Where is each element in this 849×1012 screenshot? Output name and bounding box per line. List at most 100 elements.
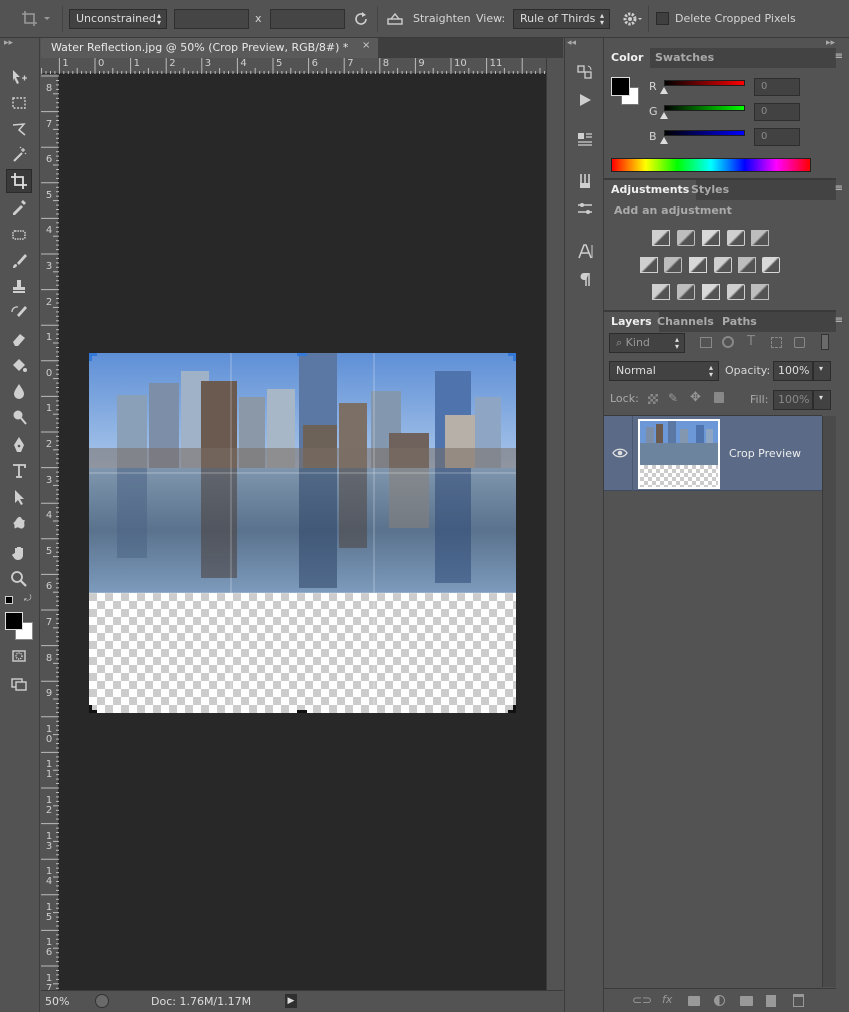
eyedropper-icon[interactable]: [6, 195, 32, 219]
quick-mask-icon[interactable]: [6, 644, 32, 668]
path-selection-icon[interactable]: [6, 485, 32, 509]
eraser-icon[interactable]: [6, 327, 32, 351]
zoom-tool-icon[interactable]: [6, 567, 32, 591]
swap-dimensions-icon[interactable]: [352, 10, 370, 28]
collapse-arrows-icon[interactable]: ▸▸: [4, 38, 13, 48]
fx-icon[interactable]: fx: [662, 993, 672, 1006]
layers-scrollbar[interactable]: [822, 416, 836, 987]
filter-type-icon[interactable]: T: [747, 334, 755, 349]
black-white-icon[interactable]: [689, 257, 707, 273]
curves-icon[interactable]: [702, 230, 720, 246]
fill-slider-toggle[interactable]: ▾: [813, 390, 831, 410]
straighten-icon[interactable]: [386, 10, 404, 28]
new-group-icon[interactable]: [740, 996, 753, 1006]
opacity-input[interactable]: 100%: [773, 361, 813, 381]
selective-color-icon[interactable]: [727, 284, 745, 300]
document-tab[interactable]: Water Reflection.jpg @ 50% (Crop Preview…: [41, 38, 378, 58]
color-spectrum-ramp[interactable]: [611, 158, 811, 172]
lock-position-icon[interactable]: ✥: [690, 390, 701, 405]
paragraph-panel-icon[interactable]: [577, 270, 593, 288]
exposure-icon[interactable]: [727, 230, 745, 246]
status-menu-arrow-icon[interactable]: ▶: [285, 994, 297, 1008]
magic-wand-icon[interactable]: [6, 143, 32, 167]
status-preview-icon[interactable]: [95, 994, 109, 1008]
straighten-button[interactable]: Straighten: [413, 12, 471, 25]
crop-height-input[interactable]: [270, 9, 345, 29]
invert-icon[interactable]: [652, 284, 670, 300]
paint-bucket-icon[interactable]: [6, 353, 32, 377]
lasso-tool-icon[interactable]: [6, 117, 32, 141]
layer-row-crop-preview[interactable]: Crop Preview: [604, 416, 822, 491]
lock-transparent-icon[interactable]: [648, 394, 658, 404]
vertical-scrollbar[interactable]: [546, 58, 563, 990]
hue-saturation-icon[interactable]: [640, 257, 658, 273]
overlay-view-dropdown[interactable]: Rule of Thirds ▴ ▾: [513, 9, 610, 29]
crop-handle-top-left[interactable]: [89, 353, 97, 361]
g-value-input[interactable]: 0: [754, 103, 800, 121]
layer-thumbnail[interactable]: [638, 419, 720, 489]
history-brush-icon[interactable]: [6, 301, 32, 325]
crop-handle-bottom-right[interactable]: [508, 705, 516, 713]
collapse-right-icon[interactable]: ▸▸: [826, 38, 835, 48]
r-slider-thumb[interactable]: [660, 87, 668, 94]
tab-adjustments[interactable]: Adjustments: [604, 180, 697, 200]
blend-mode-dropdown[interactable]: Normal ▴ ▾: [609, 361, 719, 381]
crop-width-input[interactable]: [174, 9, 249, 29]
channel-mixer-icon[interactable]: [738, 257, 756, 273]
delete-layer-icon[interactable]: [793, 994, 804, 1007]
filter-smart-object-icon[interactable]: [794, 337, 805, 348]
spot-healing-icon[interactable]: [6, 223, 32, 247]
filter-pixel-icon[interactable]: [700, 337, 712, 348]
gradient-map-icon[interactable]: [751, 284, 769, 300]
crop-handle-top-right[interactable]: [508, 353, 516, 361]
properties-icon[interactable]: [576, 130, 594, 148]
add-mask-icon[interactable]: [688, 996, 700, 1006]
tab-color[interactable]: Color: [604, 48, 651, 68]
color-lookup-icon[interactable]: [762, 257, 780, 273]
g-slider[interactable]: [664, 105, 745, 111]
brightness-contrast-icon[interactable]: [652, 230, 670, 246]
new-adjustment-layer-icon[interactable]: [714, 995, 725, 1006]
zoom-level[interactable]: 50%: [45, 995, 69, 1008]
delete-cropped-checkbox[interactable]: [656, 12, 669, 25]
tab-channels[interactable]: Channels: [650, 312, 721, 332]
opacity-slider-toggle[interactable]: ▾: [813, 361, 831, 381]
b-slider[interactable]: [664, 130, 745, 136]
crop-tool-icon[interactable]: [6, 169, 32, 193]
swap-colors-icon[interactable]: ⤾: [24, 594, 32, 604]
clone-stamp-icon[interactable]: [6, 275, 32, 299]
foreground-color-swatch[interactable]: [5, 612, 23, 630]
panel-menu-icon[interactable]: ≡: [835, 183, 843, 194]
crop-tool-preset-icon[interactable]: [20, 9, 50, 29]
collapse-panels-icon[interactable]: ◂◂: [567, 38, 576, 48]
brush-presets-icon[interactable]: [576, 172, 594, 190]
panel-menu-icon[interactable]: ≡: [835, 315, 843, 326]
lock-image-icon[interactable]: ✎: [668, 391, 678, 405]
new-layer-icon[interactable]: [766, 995, 776, 1007]
type-tool-icon[interactable]: [6, 459, 32, 483]
color-balance-icon[interactable]: [664, 257, 682, 273]
hand-tool-icon[interactable]: [6, 541, 32, 565]
crop-handle-top-middle[interactable]: [297, 353, 307, 356]
dodge-tool-icon[interactable]: [6, 405, 32, 429]
pen-tool-icon[interactable]: [6, 433, 32, 457]
fill-input[interactable]: 100%: [773, 390, 813, 410]
document-canvas[interactable]: [59, 74, 546, 990]
blur-tool-icon[interactable]: [6, 379, 32, 403]
actions-play-icon[interactable]: [577, 92, 593, 108]
history-icon[interactable]: [576, 63, 594, 81]
r-value-input[interactable]: 0: [754, 78, 800, 96]
layer-name[interactable]: Crop Preview: [729, 447, 801, 460]
brush-panel-icon[interactable]: [576, 200, 594, 218]
levels-icon[interactable]: [677, 230, 695, 246]
link-layers-icon[interactable]: ⊂⊃: [632, 993, 652, 1007]
marquee-tool-icon[interactable]: [6, 91, 32, 115]
g-slider-thumb[interactable]: [660, 112, 668, 119]
crop-handle-bottom-middle[interactable]: [297, 710, 307, 713]
filter-adjustment-icon[interactable]: [722, 336, 734, 348]
threshold-icon[interactable]: [702, 284, 720, 300]
character-panel-icon[interactable]: [576, 242, 594, 260]
crop-handle-bottom-left[interactable]: [89, 705, 97, 713]
b-value-input[interactable]: 0: [754, 128, 800, 146]
eye-icon[interactable]: [612, 446, 628, 460]
